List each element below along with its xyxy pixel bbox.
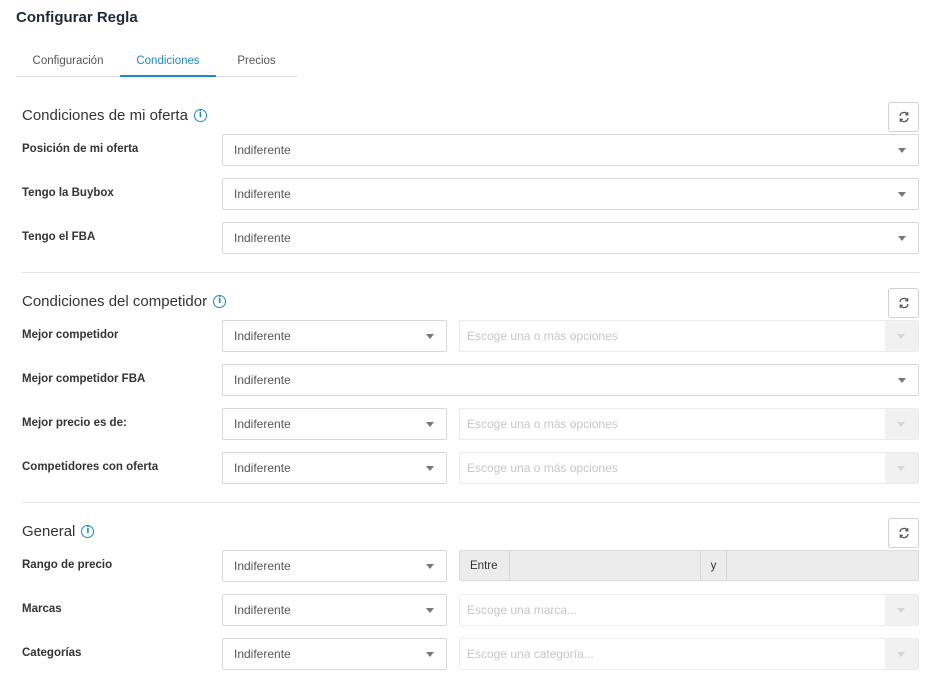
caret-down-icon — [897, 334, 905, 339]
select-value: Indiferente — [234, 231, 291, 245]
section-title-competidor: Condiciones del competidor i — [22, 293, 227, 310]
section-divider — [22, 502, 919, 503]
info-icon[interactable]: i — [81, 525, 95, 538]
select-value: Indiferente — [234, 461, 291, 475]
label-mejor-competidor-fba: Mejor competidor FBA — [22, 373, 146, 385]
label-buybox: Tengo la Buybox — [22, 187, 114, 199]
reset-mi-oferta-button[interactable] — [888, 102, 919, 132]
competidores-oferta-select[interactable]: Indiferente — [222, 452, 447, 484]
caret-down-icon — [897, 652, 905, 657]
tab-precios[interactable]: Precios — [216, 46, 297, 76]
label-rango-precio: Rango de precio — [22, 559, 113, 571]
info-icon[interactable]: i — [193, 109, 207, 122]
section-title-general: General i — [22, 523, 95, 540]
select-value: Indiferente — [234, 187, 291, 201]
refresh-icon — [898, 297, 909, 309]
select-value: Indiferente — [234, 329, 291, 343]
dropdown-toggle[interactable] — [885, 595, 918, 625]
select-value: Indiferente — [234, 417, 291, 431]
section-title-text: Condiciones del competidor — [22, 293, 208, 310]
select-value: Indiferente — [234, 373, 291, 387]
select-value: Indiferente — [234, 603, 291, 617]
caret-down-icon — [897, 466, 905, 471]
caret-down-icon — [426, 652, 434, 657]
competidores-oferta-multiselect[interactable]: Escoge una o más opciones — [459, 452, 919, 484]
caret-down-icon — [426, 422, 434, 427]
categorias-multiselect[interactable]: Escoge una categoría... — [459, 638, 919, 670]
caret-down-icon — [426, 334, 434, 339]
multiselect-placeholder: Escoge una categoría... — [467, 647, 594, 661]
section-title-text: General — [22, 523, 76, 540]
info-icon[interactable]: i — [213, 295, 227, 308]
refresh-icon — [898, 111, 909, 123]
select-value: Indiferente — [234, 143, 291, 157]
multiselect-placeholder: Escoge una marca... — [467, 603, 578, 617]
section-divider — [22, 272, 919, 273]
mejor-precio-multiselect[interactable]: Escoge una o más opciones — [459, 408, 919, 440]
caret-down-icon — [898, 192, 906, 197]
select-value: Indiferente — [234, 647, 291, 661]
reset-general-button[interactable] — [888, 518, 919, 548]
caret-down-icon — [898, 236, 906, 241]
label-posicion-oferta: Posición de mi oferta — [22, 143, 139, 155]
label-mejor-precio: Mejor precio es de: — [22, 417, 127, 429]
label-mejor-competidor: Mejor competidor — [22, 329, 119, 341]
section-title-mi-oferta: Condiciones de mi oferta i — [22, 107, 207, 124]
reset-competidor-button[interactable] — [888, 288, 919, 318]
refresh-icon — [898, 527, 909, 539]
caret-down-icon — [426, 466, 434, 471]
dropdown-toggle[interactable] — [885, 639, 918, 669]
mejor-competidor-multiselect[interactable]: Escoge una o más opciones — [459, 320, 919, 352]
mejor-competidor-fba-select[interactable]: Indiferente — [222, 364, 919, 396]
caret-down-icon — [426, 564, 434, 569]
page-title: Configurar Regla — [16, 9, 138, 26]
tab-bar: Configuración Condiciones Precios — [16, 46, 297, 77]
mejor-competidor-select[interactable]: Indiferente — [222, 320, 447, 352]
marcas-select[interactable]: Indiferente — [222, 594, 447, 626]
marcas-multiselect[interactable]: Escoge una marca... — [459, 594, 919, 626]
multiselect-placeholder: Escoge una o más opciones — [467, 417, 618, 431]
mejor-precio-select[interactable]: Indiferente — [222, 408, 447, 440]
caret-down-icon — [897, 422, 905, 427]
select-value: Indiferente — [234, 559, 291, 573]
rango-precio-select[interactable]: Indiferente — [222, 550, 447, 582]
dropdown-toggle[interactable] — [885, 453, 918, 483]
caret-down-icon — [897, 608, 905, 613]
label-competidores-oferta: Competidores con oferta — [22, 461, 159, 473]
buybox-select[interactable]: Indiferente — [222, 178, 919, 210]
price-range-group: Entre y — [459, 550, 919, 581]
caret-down-icon — [898, 378, 906, 383]
multiselect-placeholder: Escoge una o más opciones — [467, 329, 618, 343]
categorias-select[interactable]: Indiferente — [222, 638, 447, 670]
range-from-addon: Entre — [460, 551, 510, 580]
tab-condiciones[interactable]: Condiciones — [120, 46, 216, 77]
caret-down-icon — [898, 148, 906, 153]
multiselect-placeholder: Escoge una o más opciones — [467, 461, 618, 475]
posicion-oferta-select[interactable]: Indiferente — [222, 134, 919, 166]
tab-configuracion[interactable]: Configuración — [16, 46, 120, 76]
label-fba: Tengo el FBA — [22, 231, 96, 243]
caret-down-icon — [426, 608, 434, 613]
range-to-addon: y — [700, 551, 727, 580]
fba-select[interactable]: Indiferente — [222, 222, 919, 254]
section-title-text: Condiciones de mi oferta — [22, 107, 188, 124]
dropdown-toggle[interactable] — [885, 409, 918, 439]
label-categorias: Categorías — [22, 647, 82, 659]
label-marcas: Marcas — [22, 603, 62, 615]
dropdown-toggle[interactable] — [885, 321, 918, 351]
